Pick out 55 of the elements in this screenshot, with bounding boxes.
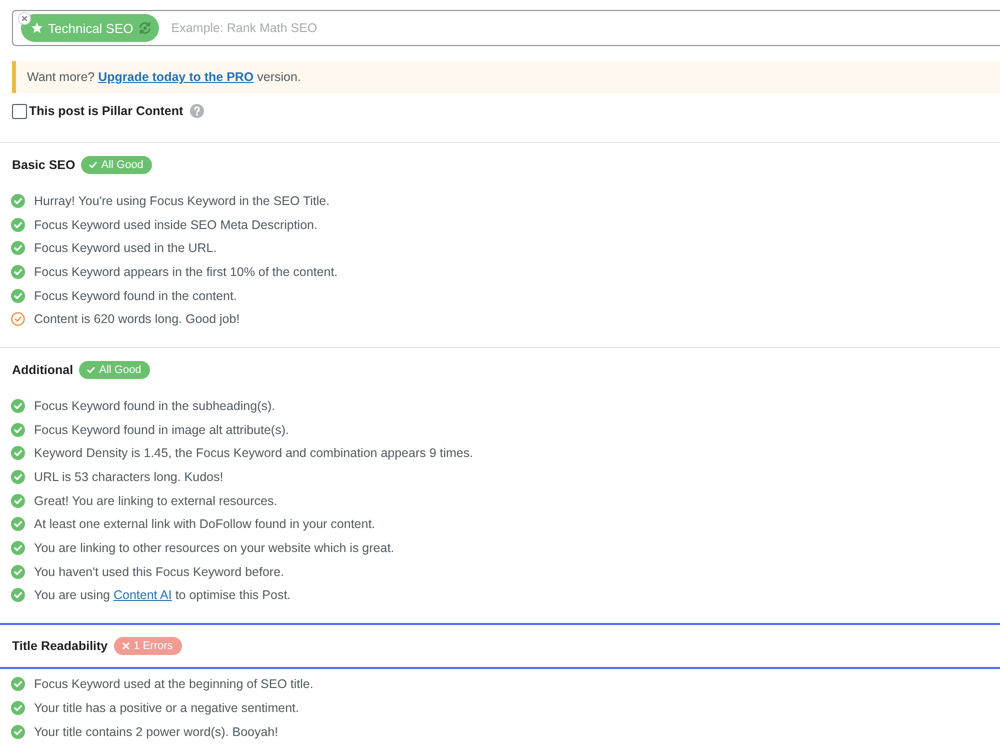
cross-icon [122,642,130,650]
check-result-text: Hurray! You're using Focus Keyword in the SEO Title. [34,194,330,208]
inline-link[interactable]: Content AI [113,588,172,602]
check-result-text: You are linking to other resources on your website which is great. [34,541,394,556]
check-result-text: Your title has a positive or a negative sentiment. [34,700,299,715]
check-icon [87,366,96,374]
check-circle-icon [11,724,25,739]
check-circle-icon [11,264,25,279]
check-result-text: Focus Keyword used at the beginning of SEO title. [34,677,314,692]
check-circle-icon [11,541,25,556]
check-result-text: Your title contains 2 power word(s). Booyah! [34,724,278,739]
check-circle-icon [11,398,25,413]
check-result-text: Focus Keyword used inside SEO Meta Description. [34,218,318,232]
check-result-text: You haven't used this Focus Keyword before. [34,564,284,579]
check-result-text: At least one external link with DoFollow found in your content. [34,517,376,532]
check-circle-icon [11,588,25,602]
section-header[interactable]: Title Readability 1 Errors [0,623,1000,670]
status-label: All Good [99,364,142,376]
star-icon [31,22,43,34]
status-label: All Good [101,159,144,171]
check-circle-icon [11,700,25,715]
check-circle-icon [11,288,25,303]
check-circle-icon [11,422,25,437]
check-result-text: You are using Content AI to optimise this Post. [34,588,291,602]
section-header[interactable]: Basic SEO All Good [0,143,1000,189]
check-icon [89,161,98,169]
check-result-text: Focus Keyword found in the content. [34,288,237,303]
check-circle-icon [11,494,25,508]
section-title: Additional [12,363,74,378]
check-ring-icon [11,312,25,326]
check-circle-icon [11,564,25,579]
checkbox-label: This post is Pillar Content [29,104,184,118]
check-result-text: Great! You are linking to external resources. [34,494,278,508]
notice-text: Want more? Upgrade today to the PRO version. [27,70,301,84]
check-circle-icon [11,517,25,532]
check-result-text: Content is 620 words long. Good job! [34,312,240,326]
status-label: 1 Errors [134,640,173,652]
check-result-text: Focus Keyword used in the URL. [34,241,217,256]
checkbox[interactable] [12,104,27,118]
check-result-text: URL is 53 characters long. Kudos! [34,470,224,484]
section-title: Title Readability [12,639,108,654]
section-title: Basic SEO [12,158,76,172]
check-result-text: Keyword Density is 1.45, the Focus Keyword and combination appears 9 times. [34,446,474,460]
check-circle-icon [11,194,25,208]
check-circle-icon [11,218,25,232]
close-icon[interactable] [18,12,31,25]
check-circle-icon [11,241,25,256]
check-circle-icon [11,677,25,692]
check-result-text: Focus Keyword found in the subheading(s). [34,398,276,413]
check-result-text: Focus Keyword found in image alt attribute(s). [34,422,289,437]
check-circle-icon [11,470,25,484]
check-circle-icon [11,446,25,460]
check-result-text: Focus Keyword appears in the first 10% of the content. [34,264,338,279]
section-header[interactable]: Additional All Good [0,348,1000,394]
upgrade-link[interactable]: Upgrade today to the PRO [98,70,254,84]
